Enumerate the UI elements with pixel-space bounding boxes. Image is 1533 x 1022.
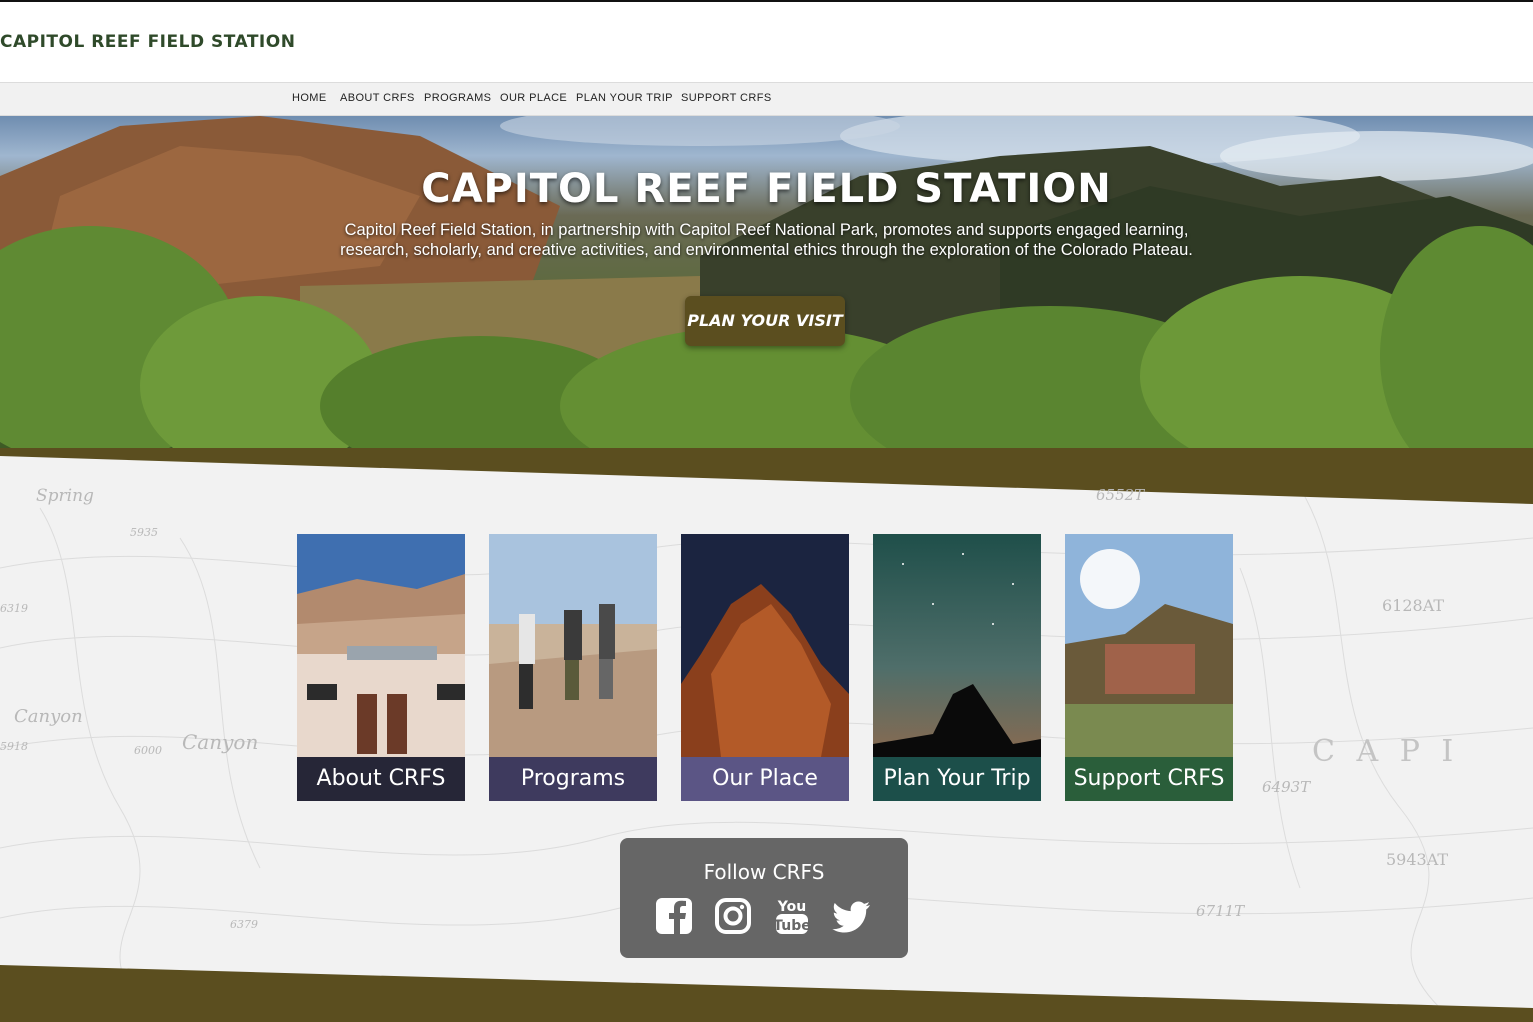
map-label-6319: 6319: [0, 602, 28, 615]
plan-your-trip-photo: [873, 534, 1041, 757]
svg-text:You: You: [777, 899, 806, 915]
svg-text:Tube: Tube: [773, 918, 811, 934]
twitter-icon[interactable]: [832, 896, 872, 936]
map-label-spring: Spring: [36, 486, 94, 506]
card-support-crfs[interactable]: Support CRFS: [1065, 534, 1233, 801]
our-place-photo: [681, 534, 849, 757]
map-label-6552t: 6552T: [1096, 486, 1145, 504]
nav-item-support-crfs[interactable]: SUPPORT CRFS: [681, 92, 772, 104]
nav-item-about-crfs[interactable]: ABOUT CRFS: [340, 92, 415, 104]
card-label-programs: Programs: [489, 757, 657, 801]
map-label-6711t: 6711T: [1196, 902, 1245, 920]
nav-item-plan-your-trip[interactable]: PLAN YOUR TRIP: [576, 92, 673, 104]
follow-title: Follow CRFS: [703, 860, 825, 884]
map-label-6128at: 6128AT: [1382, 596, 1445, 615]
map-label-6493t: 6493T: [1262, 778, 1311, 796]
map-label-5935: 5935: [130, 526, 158, 539]
map-label-5918: 5918: [0, 740, 28, 753]
card-our-place[interactable]: Our Place: [681, 534, 849, 801]
card-about-crfs[interactable]: About CRFS: [297, 534, 465, 801]
map-label-5943at: 5943AT: [1386, 850, 1449, 869]
plan-your-visit-button[interactable]: PLAN YOUR VISIT: [685, 296, 845, 346]
nav-item-home[interactable]: HOME: [292, 92, 327, 104]
site-title[interactable]: CAPITOL REEF FIELD STATION: [0, 32, 295, 52]
instagram-icon[interactable]: [713, 896, 753, 936]
map-label-6000: 6000: [134, 744, 162, 757]
youtube-icon[interactable]: You Tube: [772, 896, 812, 936]
facebook-icon[interactable]: [654, 896, 694, 936]
follow-crfs-box: Follow CRFS You Tube: [620, 838, 908, 958]
hero-title: CAPITOL REEF FIELD STATION: [421, 166, 1112, 212]
hero-banner: CAPITOL REEF FIELD STATION Capitol Reef …: [0, 116, 1533, 448]
map-label-capitol: C A P I: [1312, 734, 1460, 769]
topo-map-section: Spring Canyon Canyon C A P I 6128AT 5943…: [0, 448, 1533, 1022]
nav-item-our-place[interactable]: OUR PLACE: [500, 92, 567, 104]
card-plan-your-trip[interactable]: Plan Your Trip: [873, 534, 1041, 801]
hero-description: Capitol Reef Field Station, in partnersh…: [340, 221, 1193, 259]
card-label-plan-your-trip: Plan Your Trip: [873, 757, 1041, 801]
card-label-our-place: Our Place: [681, 757, 849, 801]
programs-photo: [489, 534, 657, 757]
card-programs[interactable]: Programs: [489, 534, 657, 801]
nav-item-programs[interactable]: PROGRAMS: [424, 92, 491, 104]
map-label-6379: 6379: [230, 918, 258, 931]
card-label-about-crfs: About CRFS: [297, 757, 465, 801]
about-crfs-photo: [297, 534, 465, 757]
site-header: CAPITOL REEF FIELD STATION: [0, 2, 1533, 82]
map-label-canyon-1: Canyon: [14, 706, 83, 727]
map-label-canyon-2: Canyon: [182, 730, 259, 754]
card-label-support-crfs: Support CRFS: [1065, 757, 1233, 801]
support-crfs-photo: [1065, 534, 1233, 757]
main-nav: HOME ABOUT CRFS PROGRAMS OUR PLACE PLAN …: [0, 82, 1533, 116]
